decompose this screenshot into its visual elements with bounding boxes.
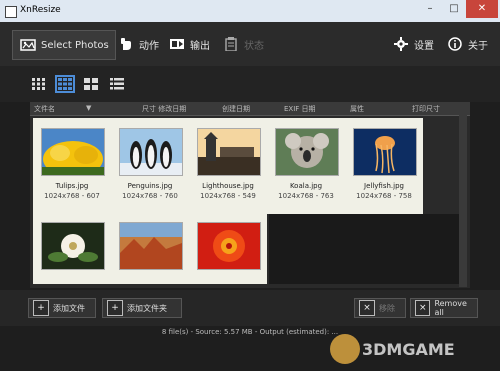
action-label: 动作 — [139, 40, 159, 52]
thumbnail-item[interactable]: Koala.jpg 1024x768 - 763 — [267, 118, 345, 214]
watermark-text: 3DMGAME — [362, 340, 455, 359]
penguins-thumbnail — [119, 128, 183, 176]
add-files-label: 添加文件 — [53, 303, 85, 313]
file-name: Lighthouse.jpg — [202, 182, 254, 190]
file-info: 1024x768 - 607 — [44, 192, 100, 200]
about-button[interactable]: 关于 — [446, 30, 488, 58]
file-info: 1024x768 - 760 — [122, 192, 178, 200]
maximize-button[interactable]: □ — [442, 0, 466, 18]
column-exif[interactable]: EXIF 日期 — [284, 104, 316, 114]
remove-all-button[interactable]: × Remove all — [410, 298, 478, 318]
chrysanthemum-thumbnail — [197, 222, 261, 270]
info-icon — [446, 37, 464, 51]
settings-label: 设置 — [414, 40, 434, 52]
jellyfish-thumbnail — [353, 128, 417, 176]
thumbnail-item[interactable]: Jellyfish.jpg 1024x768 - 758 — [345, 118, 423, 214]
column-header: 文件名 ▼ 尺寸 修改日期 创建日期 EXIF 日期 属性 打印尺寸 — [30, 102, 470, 116]
file-name: Koala.jpg — [289, 182, 323, 190]
file-name: Tulips.jpg — [55, 182, 89, 190]
file-info: 1024x768 - 758 — [356, 192, 412, 200]
thumbnail-item[interactable] — [189, 214, 267, 284]
thumbnail-grid: Tulips.jpg 1024x768 - 607 Penguins.jpg 1… — [33, 118, 465, 288]
hand-icon — [117, 37, 135, 51]
output-button[interactable]: 输出 — [168, 30, 210, 58]
title-bar: XnResize – □ ✕ — [0, 0, 500, 23]
output-icon — [168, 37, 186, 51]
select-photos-label: Select Photos — [41, 39, 109, 51]
remove-icon: × — [359, 300, 375, 316]
output-label: 输出 — [190, 40, 210, 52]
plus-icon: + — [107, 300, 123, 316]
large-grid-view-icon[interactable] — [84, 78, 98, 90]
action-button[interactable]: 动作 — [117, 30, 159, 58]
sort-arrow-icon: ▼ — [86, 104, 92, 112]
add-files-button[interactable]: + 添加文件 — [28, 298, 96, 318]
file-info: 1024x768 - 549 — [200, 192, 256, 200]
add-folder-button[interactable]: + 添加文件夹 — [102, 298, 182, 318]
lighthouse-thumbnail — [197, 128, 261, 176]
app-icon — [5, 6, 17, 18]
koala-thumbnail — [275, 128, 339, 176]
select-photos-button[interactable]: Select Photos — [12, 30, 116, 60]
main-toolbar: Select Photos 动作 输出 状态 设置 关于 — [0, 22, 500, 66]
close-button[interactable]: ✕ — [466, 0, 498, 18]
thumbnail-item[interactable] — [111, 214, 189, 284]
thumbnail-item[interactable]: Tulips.jpg 1024x768 - 607 — [33, 118, 111, 214]
watermark-logo-icon — [330, 334, 360, 364]
remove-all-label: Remove all — [434, 299, 467, 317]
column-attributes[interactable]: 属性 — [350, 104, 364, 114]
thumbnail-item[interactable]: Lighthouse.jpg 1024x768 - 549 — [189, 118, 267, 214]
small-grid-view-icon[interactable] — [32, 78, 46, 90]
status-button[interactable]: 状态 — [222, 30, 264, 58]
status-label: 状态 — [244, 40, 264, 52]
flower-thumbnail — [41, 222, 105, 270]
plus-icon: + — [33, 300, 49, 316]
minimize-button[interactable]: – — [418, 0, 442, 18]
list-view-icon[interactable] — [110, 78, 124, 90]
settings-button[interactable]: 设置 — [392, 30, 434, 58]
thumbnail-item[interactable]: Penguins.jpg 1024x768 - 760 — [111, 118, 189, 214]
column-print-size[interactable]: 打印尺寸 — [412, 104, 440, 114]
tulips-thumbnail — [41, 128, 105, 177]
file-name: Penguins.jpg — [127, 182, 173, 190]
file-panel: 文件名 ▼ 尺寸 修改日期 创建日期 EXIF 日期 属性 打印尺寸 Tulip… — [30, 102, 470, 288]
remove-all-icon: × — [415, 300, 431, 316]
gear-icon — [392, 37, 410, 51]
clipboard-icon — [222, 37, 240, 51]
remove-button[interactable]: × 移除 — [354, 298, 406, 318]
column-filename[interactable]: 文件名 — [34, 104, 55, 114]
column-size-modified[interactable]: 尺寸 修改日期 — [142, 104, 186, 114]
file-name: Jellyfish.jpg — [364, 182, 404, 190]
watermark: 3DMGAME — [330, 334, 500, 364]
window-title: XnResize — [20, 5, 61, 15]
medium-grid-view-icon[interactable] — [55, 75, 75, 93]
photos-icon — [19, 38, 37, 52]
bottom-bar: + 添加文件 + 添加文件夹 × 移除 × Remove all — [0, 290, 500, 326]
remove-label: 移除 — [379, 303, 395, 313]
column-created[interactable]: 创建日期 — [222, 104, 250, 114]
view-mode-bar — [0, 66, 500, 102]
add-folder-label: 添加文件夹 — [127, 303, 167, 313]
desert-thumbnail — [119, 222, 183, 270]
grid-empty-area — [269, 214, 465, 284]
thumbnail-item[interactable] — [33, 214, 111, 284]
grid-scrollbar[interactable] — [459, 115, 467, 287]
file-info: 1024x768 - 763 — [278, 192, 334, 200]
about-label: 关于 — [468, 40, 488, 52]
